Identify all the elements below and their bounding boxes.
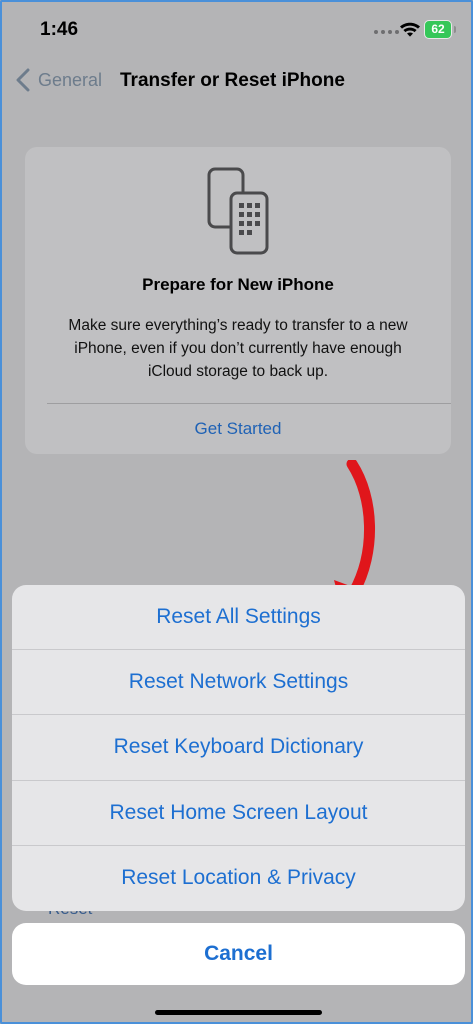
get-started-button[interactable]: Get Started bbox=[25, 419, 451, 439]
reset-keyboard-dictionary-button[interactable]: Reset Keyboard Dictionary bbox=[12, 715, 465, 781]
reset-location-privacy-button[interactable]: Reset Location & Privacy bbox=[12, 846, 465, 911]
reset-all-settings-button[interactable]: Reset All Settings bbox=[12, 585, 465, 651]
two-phones-icon bbox=[207, 167, 269, 255]
back-button[interactable]: General bbox=[16, 68, 102, 92]
back-button-label: General bbox=[38, 69, 103, 90]
prepare-card: Prepare for New iPhone Make sure everyth… bbox=[25, 147, 451, 454]
page-title: Transfer or Reset iPhone bbox=[120, 70, 345, 91]
reset-action-sheet: Reset All Settings Reset Network Setting… bbox=[12, 585, 465, 911]
card-title: Prepare for New iPhone bbox=[142, 275, 334, 294]
navigation-bar: General Transfer or Reset iPhone bbox=[2, 64, 471, 100]
status-bar: 1:46 62 bbox=[2, 2, 471, 58]
home-indicator[interactable] bbox=[155, 1010, 322, 1015]
wifi-icon bbox=[400, 22, 420, 37]
cancel-button[interactable]: Cancel bbox=[12, 923, 465, 985]
battery-icon: 62 bbox=[424, 20, 456, 39]
card-divider bbox=[47, 403, 451, 404]
chevron-left-icon bbox=[16, 68, 30, 92]
reset-home-screen-layout-button[interactable]: Reset Home Screen Layout bbox=[12, 781, 465, 846]
screen: 1:46 62 General Transfer or Reset iPhone bbox=[0, 0, 473, 1024]
status-time: 1:46 bbox=[40, 19, 79, 40]
card-description: Make sure everything’s ready to transfer… bbox=[68, 317, 408, 380]
reset-network-settings-button[interactable]: Reset Network Settings bbox=[12, 650, 465, 716]
cellular-signal-icon bbox=[374, 30, 399, 34]
